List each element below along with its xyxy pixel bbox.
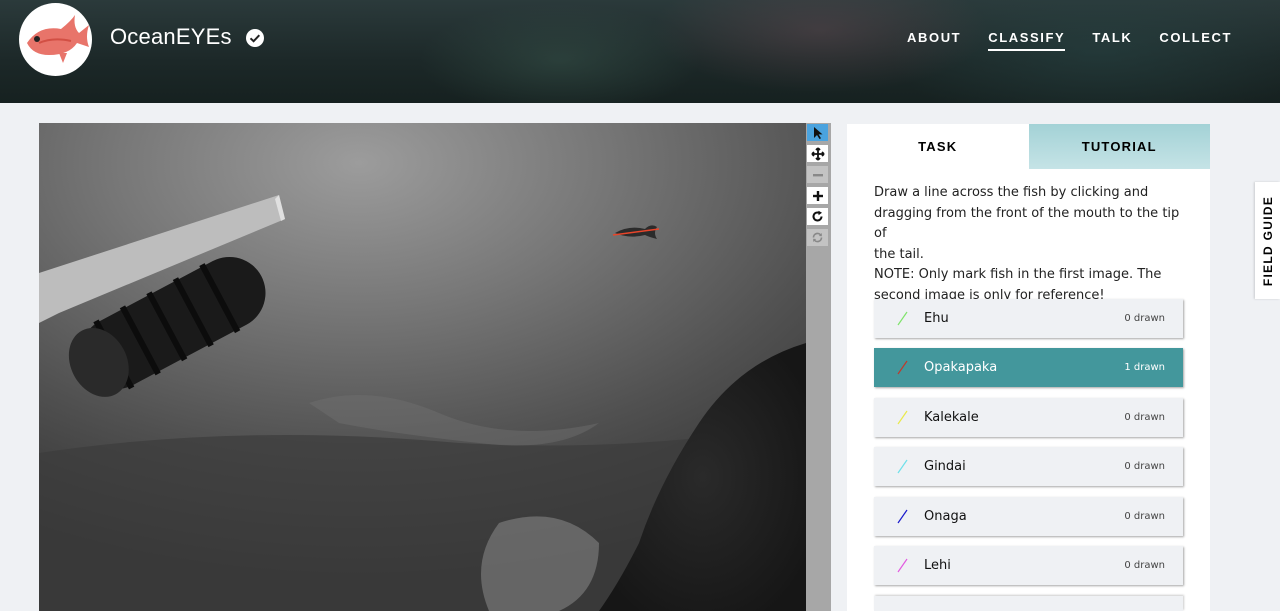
instruction-line: NOTE: Only mark fish in the first image.… [874, 267, 1162, 282]
reset-icon[interactable] [807, 229, 828, 246]
species-count: 0 drawn [1124, 313, 1165, 324]
field-guide-button[interactable]: FIELD GUIDE [1255, 182, 1280, 299]
fish-logo-icon [27, 15, 89, 63]
nav-classify[interactable]: CLASSIFY [988, 30, 1066, 51]
species-opakapaka-button[interactable]: Opakapaka 1 drawn [874, 348, 1183, 387]
species-lehi-button[interactable]: Lehi 0 drawn [874, 546, 1183, 585]
species-count: 0 drawn [1124, 560, 1165, 571]
line-tool-icon [897, 410, 908, 425]
line-tool-icon [897, 558, 908, 573]
species-gindai-button[interactable]: Gindai 0 drawn [874, 447, 1183, 486]
project-avatar[interactable] [19, 3, 92, 76]
line-tool-icon [897, 509, 908, 524]
species-count: 0 drawn [1124, 412, 1165, 423]
line-tool-icon [897, 311, 908, 326]
instruction-line: dragging from the front of the mouth to … [874, 205, 1180, 242]
task-panel: TASK TUTORIAL Draw a line across the fis… [847, 124, 1210, 611]
tab-tutorial[interactable]: TUTORIAL [1028, 124, 1210, 169]
nav-collect[interactable]: COLLECT [1159, 30, 1232, 51]
species-ehu-button[interactable]: Ehu 0 drawn [874, 299, 1183, 338]
project-title[interactable]: OceanEYEs [110, 24, 232, 50]
pan-icon[interactable] [807, 145, 828, 162]
instruction-line: Draw a line across the fish by clicking … [874, 185, 1149, 200]
species-count: 1 drawn [1124, 362, 1165, 373]
species-label: Opakapaka [924, 360, 998, 375]
pointer-icon[interactable] [807, 124, 828, 141]
line-tool-icon [897, 459, 908, 474]
task-tabs: TASK TUTORIAL [847, 124, 1210, 169]
tab-task[interactable]: TASK [847, 124, 1029, 169]
species-count: 0 drawn [1124, 461, 1165, 472]
species-count: 0 drawn [1124, 511, 1165, 522]
instruction-line: the tail. [874, 246, 924, 262]
species-next-button[interactable] [874, 596, 1183, 611]
species-label: Ehu [924, 311, 949, 326]
zoom-in-icon[interactable] [807, 187, 828, 204]
rotate-icon[interactable] [807, 208, 828, 225]
field-guide-label: FIELD GUIDE [1260, 195, 1275, 286]
verified-check-icon [246, 29, 264, 47]
zoom-out-icon[interactable] [807, 166, 828, 183]
line-tool-icon [897, 360, 908, 375]
species-kalekale-button[interactable]: Kalekale 0 drawn [874, 398, 1183, 437]
project-header: OceanEYEs ABOUT CLASSIFY TALK COLLECT [0, 0, 1280, 103]
species-label: Onaga [924, 509, 967, 524]
nav-talk[interactable]: TALK [1092, 30, 1132, 51]
nav-about[interactable]: ABOUT [907, 30, 961, 51]
underwater-scene [39, 195, 806, 611]
species-onaga-button[interactable]: Onaga 0 drawn [874, 497, 1183, 536]
species-label: Kalekale [924, 410, 979, 425]
project-nav: ABOUT CLASSIFY TALK COLLECT [907, 30, 1232, 51]
species-label: Lehi [924, 558, 951, 573]
subject-image[interactable] [39, 123, 806, 611]
image-toolbar [806, 123, 831, 611]
task-instructions: Draw a line across the fish by clicking … [874, 183, 1189, 306]
species-label: Gindai [924, 459, 966, 474]
